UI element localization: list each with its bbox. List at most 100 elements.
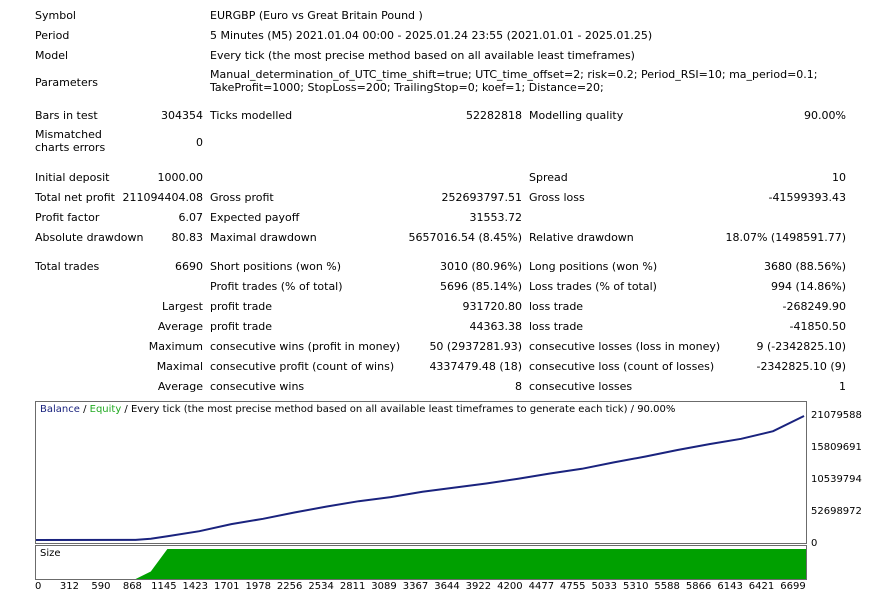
max-drawdown-label: Maximal drawdown [210, 231, 317, 244]
symbol-label: Symbol [35, 9, 76, 22]
x-tick-label: 4200 [497, 581, 523, 592]
period-value: 5 Minutes (M5) 2021.01.04 00:00 - 2025.0… [210, 29, 653, 42]
size-area [36, 549, 806, 579]
average-profit-label: profit trade [210, 320, 273, 333]
y-tick-label: 10539794 [811, 474, 862, 485]
mismatch-value: 0 [196, 136, 203, 149]
y-tick-label: 21079588 [811, 410, 862, 421]
x-tick-label: 5310 [622, 581, 649, 592]
max-drawdown-value: 5657016.54 (8.45%) [408, 231, 522, 244]
short-positions-value: 3010 (80.96%) [439, 260, 522, 273]
bars-label: Bars in test [35, 109, 98, 122]
model-value: Every tick (the most precise method base… [210, 49, 635, 62]
long-positions-value: 3680 (88.56%) [763, 260, 846, 273]
average-loss-value: -41850.50 [789, 320, 846, 333]
x-tick-label: 590 [91, 581, 111, 592]
loss-trades-value: 994 (14.86%) [770, 280, 846, 293]
deposit-label: Initial deposit [35, 171, 110, 184]
x-tick-label: 3089 [371, 581, 397, 592]
chart-title-rest: / Every tick (the most precise method ba… [121, 404, 676, 415]
x-tick-label: 5033 [591, 581, 617, 592]
parameters-label: Parameters [35, 76, 98, 89]
long-positions-label: Long positions (won %) [529, 260, 658, 273]
x-tick-label: 1701 [214, 581, 240, 592]
maximum-wins-value: 50 (2937281.93) [429, 340, 522, 353]
total-trades-label: Total trades [35, 260, 100, 273]
legend-separator: / [79, 404, 90, 415]
y-tick-label: 52698972 [811, 506, 862, 517]
test-report: Symbol EURGBP (Euro vs Great Britain Pou… [0, 0, 896, 400]
x-tick-label: 1978 [245, 581, 271, 592]
y-tick-label: 15809691 [811, 442, 862, 453]
average-profit-value: 44363.38 [469, 320, 523, 333]
profit-trades-label: Profit trades (% of total) [210, 280, 343, 293]
total-trades-value: 6690 [175, 260, 203, 273]
x-tick-label: 2534 [308, 581, 334, 592]
gross-profit-label: Gross profit [210, 191, 274, 204]
gross-profit-value: 252693797.51 [441, 191, 522, 204]
largest-profit-value: 931720.80 [462, 300, 523, 313]
x-tick-label: 3644 [434, 581, 460, 592]
maximum-wins-label: consecutive wins (profit in money) [210, 340, 401, 353]
x-tick-label: 6699 [780, 581, 806, 592]
balance-legend: Balance [40, 404, 80, 415]
largest-profit-label: profit trade [210, 300, 273, 313]
bars-value: 304354 [161, 109, 203, 122]
maximal-profit-label: consecutive profit (count of wins) [210, 360, 395, 373]
loss-trades-label: Loss trades (% of total) [529, 280, 657, 293]
x-tick-label: 4477 [528, 581, 555, 592]
equity-legend: Equity [89, 404, 122, 415]
size-chart: Size [35, 545, 807, 580]
x-tick-label: 3367 [402, 581, 429, 592]
average-consecutive-losses-label: consecutive losses [529, 380, 633, 393]
balance-chart-plot [36, 415, 805, 541]
deposit-value: 1000.00 [157, 171, 204, 184]
y-tick-label: 0 [811, 538, 818, 549]
maximum-label: Maximum [148, 340, 203, 353]
x-tick-label: 5588 [654, 581, 680, 592]
x-tick-label: 1145 [151, 581, 177, 592]
x-tick-label: 6143 [717, 581, 743, 592]
maximal-loss-value: -2342825.10 (9) [756, 360, 846, 373]
balance-chart: Balance / Equity / Every tick (the most … [35, 401, 807, 544]
spread-value: 10 [832, 171, 846, 184]
maximum-losses-label: consecutive losses (loss in money) [529, 340, 721, 353]
spread-label: Spread [529, 171, 568, 184]
x-tick-label: 1423 [182, 581, 209, 592]
x-tick-label: 0 [35, 581, 42, 592]
x-tick-label: 5866 [685, 581, 712, 592]
maximal-label: Maximal [156, 360, 203, 373]
average-consecutive-losses-value: 1 [839, 380, 846, 393]
average-loss-label: loss trade [529, 320, 584, 333]
abs-drawdown-value: 80.83 [171, 231, 204, 244]
largest-loss-value: -268249.90 [782, 300, 846, 313]
quality-label: Modelling quality [529, 109, 624, 122]
short-positions-label: Short positions (won %) [210, 260, 342, 273]
average-consecutive-wins-value: 8 [515, 380, 522, 393]
quality-value: 90.00% [804, 109, 846, 122]
profit-factor-label: Profit factor [35, 211, 100, 224]
profit-trades-value: 5696 (85.14%) [439, 280, 522, 293]
average-label: Average [157, 320, 203, 333]
net-profit-value: 211094404.08 [122, 191, 203, 204]
ticks-label: Ticks modelled [210, 109, 293, 122]
profit-factor-value: 6.07 [178, 211, 204, 224]
x-tick-label: 4755 [560, 581, 586, 592]
gross-loss-value: -41599393.43 [768, 191, 846, 204]
x-tick-label: 6421 [748, 581, 775, 592]
model-label: Model [35, 49, 69, 62]
rel-drawdown-value: 18.07% (1498591.77) [725, 231, 846, 244]
maximal-loss-label: consecutive loss (count of losses) [529, 360, 715, 373]
maximal-profit-value: 4337479.48 (18) [429, 360, 522, 373]
size-chart-plot [36, 549, 806, 579]
maximum-losses-value: 9 (-2342825.10) [756, 340, 846, 353]
x-tick-label: 3922 [465, 581, 492, 592]
x-tick-label: 2256 [276, 581, 303, 592]
ticks-value: 52282818 [466, 109, 522, 122]
symbol-value: EURGBP (Euro vs Great Britain Pound ) [210, 9, 423, 22]
net-profit-label: Total net profit [35, 191, 115, 204]
expected-payoff-label: Expected payoff [210, 211, 300, 224]
largest-loss-label: loss trade [529, 300, 584, 313]
x-tick-label: 2811 [339, 581, 366, 592]
rel-drawdown-label: Relative drawdown [529, 231, 634, 244]
